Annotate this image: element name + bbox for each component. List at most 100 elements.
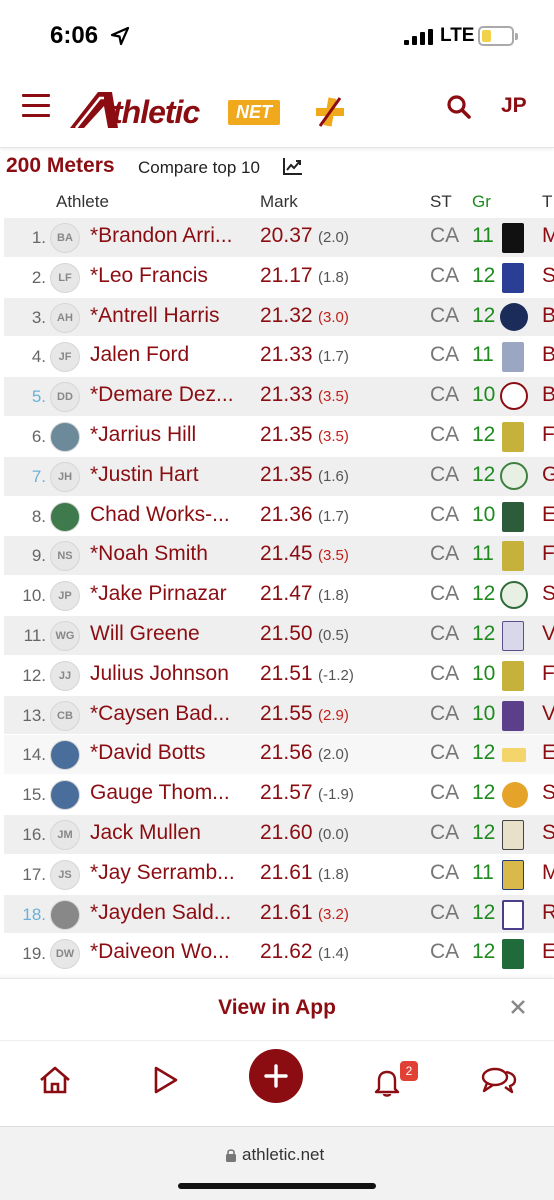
trend-chart-icon[interactable] <box>283 157 303 175</box>
table-row[interactable]: 12. JJ Julius Johnson 21.51 (-1.2) CA 10… <box>4 656 554 696</box>
team-logo[interactable] <box>500 382 528 411</box>
team-logo[interactable] <box>502 660 524 691</box>
athlete-name-link[interactable]: *Antrell Harris <box>90 304 252 328</box>
mark-link[interactable]: 21.33 <box>260 383 313 407</box>
team-logo[interactable] <box>502 899 524 930</box>
mark-link[interactable]: 21.35 <box>260 423 313 447</box>
team-name-link[interactable]: M <box>542 861 554 885</box>
mark-link[interactable]: 21.51 <box>260 662 313 686</box>
team-logo[interactable] <box>502 782 528 809</box>
team-logo[interactable] <box>502 223 524 253</box>
table-row[interactable]: 18. JS *Jayden Sald... 21.61 (3.2) CA 12… <box>4 894 554 935</box>
table-row[interactable]: 3. AH *Antrell Harris 21.32 (3.0) CA 12 … <box>4 297 554 338</box>
team-name-link[interactable]: F <box>542 542 554 566</box>
team-name-link[interactable]: R <box>542 901 554 925</box>
user-menu-button[interactable]: JP <box>501 94 527 118</box>
team-name-link[interactable]: E <box>542 503 554 527</box>
team-logo[interactable] <box>502 262 524 293</box>
team-name-link[interactable]: M <box>542 224 554 248</box>
team-logo[interactable] <box>502 342 524 373</box>
mark-link[interactable]: 21.33 <box>260 343 313 367</box>
team-logo[interactable] <box>502 819 524 850</box>
table-row[interactable]: 4. JF Jalen Ford 21.33 (1.7) CA 11 B <box>4 337 554 378</box>
athlete-name-link[interactable]: *David Botts <box>90 741 252 765</box>
team-name-link[interactable]: E <box>542 741 554 765</box>
mark-link[interactable]: 21.60 <box>260 821 313 845</box>
team-logo[interactable] <box>502 541 524 572</box>
table-row[interactable]: 9. NS *Noah Smith 21.45 (3.5) CA 11 F <box>4 536 554 577</box>
mark-link[interactable]: 21.56 <box>260 741 313 765</box>
column-header-state[interactable]: ST <box>430 192 452 212</box>
team-logo[interactable] <box>502 501 524 532</box>
table-row[interactable]: 16. JM Jack Mullen 21.60 (0.0) CA 12 S <box>4 814 554 855</box>
mark-link[interactable]: 21.32 <box>260 304 313 328</box>
table-row[interactable]: 15. GT Gauge Thom... 21.57 (-1.9) CA 12 … <box>4 775 554 815</box>
mark-link[interactable]: 21.45 <box>260 542 313 566</box>
mark-link[interactable]: 21.57 <box>260 781 313 805</box>
url-text[interactable]: athletic.net <box>242 1145 324 1165</box>
column-header-mark[interactable]: Mark <box>260 192 298 212</box>
athlete-name-link[interactable]: Jalen Ford <box>90 343 252 367</box>
table-row[interactable]: 10. JP *Jake Pirnazar 21.47 (1.8) CA 12 … <box>4 576 554 616</box>
team-name-link[interactable]: V <box>542 702 554 726</box>
menu-icon[interactable] <box>22 94 50 118</box>
close-icon[interactable] <box>510 999 526 1015</box>
notifications-bell-icon[interactable] <box>372 1067 402 1097</box>
chat-bubbles-icon[interactable] <box>480 1065 518 1095</box>
team-name-link[interactable]: S <box>542 781 554 805</box>
table-row[interactable]: 2. LF *Leo Francis 21.17 (1.8) CA 12 S <box>4 258 554 298</box>
mark-link[interactable]: 21.36 <box>260 503 313 527</box>
team-logo[interactable] <box>502 939 524 970</box>
column-header-grade[interactable]: Gr <box>472 192 491 212</box>
table-row[interactable]: 14. DB *David Botts 21.56 (2.0) CA 12 E <box>4 735 554 776</box>
column-header-team[interactable]: T <box>542 192 552 212</box>
athlete-name-link[interactable]: *Demare Dez... <box>90 383 252 407</box>
mark-link[interactable]: 20.37 <box>260 224 313 248</box>
table-row[interactable]: 19. DW *Daiveon Wo... 21.62 (1.4) CA 12 … <box>4 934 554 975</box>
table-row[interactable]: 7. JH *Justin Hart 21.35 (1.6) CA 12 G <box>4 456 554 497</box>
play-icon[interactable] <box>152 1065 180 1095</box>
athlete-name-link[interactable]: Will Greene <box>90 622 252 646</box>
team-name-link[interactable]: S <box>542 582 554 606</box>
athlete-name-link[interactable]: Gauge Thom... <box>90 781 252 805</box>
team-name-link[interactable]: E <box>542 940 554 964</box>
athlete-name-link[interactable]: *Daiveon Wo... <box>90 940 252 964</box>
team-name-link[interactable]: G <box>542 463 554 487</box>
add-button[interactable] <box>249 1049 303 1103</box>
team-name-link[interactable]: B <box>542 304 554 328</box>
team-logo[interactable] <box>500 302 528 331</box>
athlete-name-link[interactable]: *Leo Francis <box>90 264 252 288</box>
mark-link[interactable]: 21.17 <box>260 264 313 288</box>
table-row[interactable]: 1. BA *Brandon Arri... 20.37 (2.0) CA 11… <box>4 218 554 258</box>
table-row[interactable]: 5. DD *Demare Dez... 21.33 (3.5) CA 10 B <box>4 377 554 417</box>
team-logo[interactable] <box>502 859 524 890</box>
athlete-name-link[interactable]: *Noah Smith <box>90 542 252 566</box>
athlete-name-link[interactable]: *Justin Hart <box>90 463 252 487</box>
team-name-link[interactable]: S <box>542 821 554 845</box>
compare-top-10-link[interactable]: Compare top 10 <box>138 158 260 178</box>
team-logo[interactable] <box>502 421 524 452</box>
athlete-name-link[interactable]: Chad Works-... <box>90 503 252 527</box>
table-row[interactable]: 11. WG Will Greene 21.50 (0.5) CA 12 V <box>4 615 554 656</box>
team-logo[interactable] <box>500 581 528 610</box>
team-name-link[interactable]: V <box>542 622 554 646</box>
team-logo[interactable] <box>502 620 524 651</box>
view-in-app-button[interactable]: View in App <box>0 996 554 1020</box>
mark-link[interactable]: 21.50 <box>260 622 313 646</box>
home-icon[interactable] <box>38 1065 72 1095</box>
mark-link[interactable]: 21.47 <box>260 582 313 606</box>
athlete-name-link[interactable]: *Caysen Bad... <box>90 702 252 726</box>
athlete-name-link[interactable]: *Brandon Arri... <box>90 224 252 248</box>
athlete-name-link[interactable]: *Jay Serramb... <box>90 861 252 885</box>
mark-link[interactable]: 21.61 <box>260 861 313 885</box>
team-name-link[interactable]: B <box>542 383 554 407</box>
team-logo[interactable] <box>502 700 524 731</box>
athlete-name-link[interactable]: *Jayden Sald... <box>90 901 252 925</box>
team-name-link[interactable]: F <box>542 423 554 447</box>
athlete-name-link[interactable]: Jack Mullen <box>90 821 252 845</box>
athlete-name-link[interactable]: *Jarrius Hill <box>90 423 252 447</box>
team-logo[interactable] <box>502 748 526 763</box>
team-name-link[interactable]: F <box>542 662 554 686</box>
search-icon[interactable] <box>446 94 472 120</box>
mark-link[interactable]: 21.62 <box>260 940 313 964</box>
